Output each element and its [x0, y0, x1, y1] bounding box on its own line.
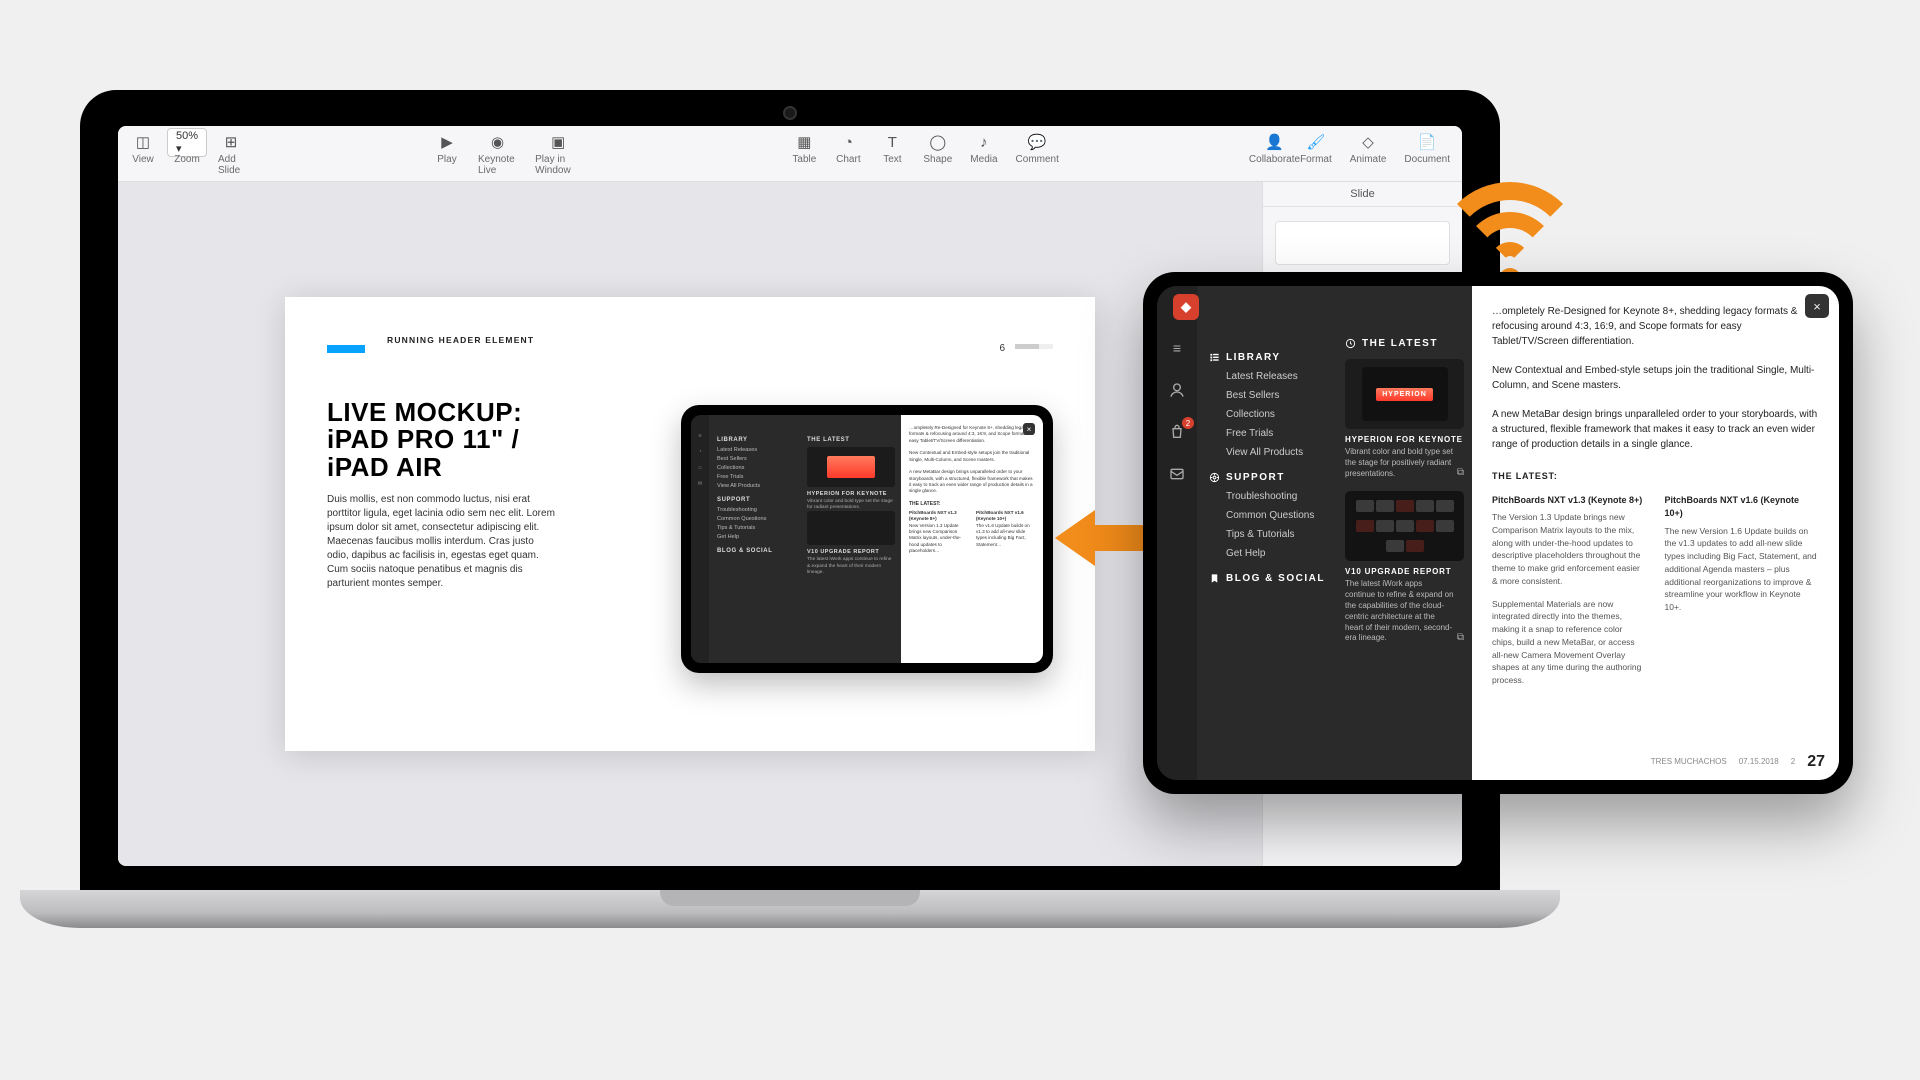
nav-latest-releases[interactable]: Latest Releases [1226, 371, 1325, 382]
close-button[interactable]: × [1805, 294, 1829, 318]
nav-troubleshooting[interactable]: Troubleshooting [1226, 491, 1325, 502]
inspector-tab-slide[interactable]: Slide [1263, 182, 1462, 207]
latest-heading: THE LATEST [1345, 338, 1464, 349]
view-button[interactable]: ◫View [130, 132, 156, 176]
insert-comment-button[interactable]: 💬Comment [1016, 132, 1059, 165]
feature-card-v10[interactable] [1345, 491, 1464, 561]
doc-col1-heading: PitchBoards NXT v1.3 (Keynote 8+) [1492, 494, 1647, 508]
add-slide-button[interactable]: ⊞Add Slide [218, 132, 244, 176]
animate-button[interactable]: ◇Animate [1350, 132, 1387, 165]
external-link-icon: ⧉ [1457, 466, 1464, 480]
bag-icon: ⌂ [698, 465, 701, 471]
card2-title: V10 UPGRADE REPORT [1345, 567, 1464, 576]
cart-icon[interactable]: 2 [1167, 422, 1187, 442]
feature-card-hyperion[interactable]: HYPERION [1345, 359, 1464, 429]
ipad-mockup: ◆ × ≡ 2 LIBRARY Latest Releases Best Sel… [1143, 272, 1853, 794]
user-icon[interactable] [1167, 380, 1187, 400]
menu-icon[interactable]: ≡ [1167, 338, 1187, 358]
play-in-window-button[interactable]: ▣Play in Window [535, 132, 581, 176]
slide-body: Duis mollis, est non commodo luctus, nis… [327, 493, 557, 591]
nav-collections[interactable]: Collections [1226, 409, 1325, 420]
keynote-toolbar: ◫View 50% ▾Zoom ⊞Add Slide ▶Play ◉Keynot… [118, 126, 1462, 182]
embedded-ipad-mockup: ≡ ◔ ⌂ ✉ LIBRARY Latest Releases Best Sel… [681, 405, 1053, 673]
running-header: RUNNING HEADER ELEMENT [387, 335, 1053, 345]
card1-subtitle: Vibrant color and bold type set the stag… [1345, 447, 1464, 479]
user-icon: ◔ [698, 449, 701, 455]
latest-column: THE LATEST HYPERION HYPERION FOR KEYNOTE… [1337, 286, 1472, 780]
progress-bar [1015, 344, 1053, 349]
zoom-select[interactable]: 50% ▾Zoom [174, 132, 200, 176]
accent-bar [327, 345, 365, 353]
card1-title: HYPERION FOR KEYNOTE [1345, 435, 1464, 444]
nav-heading-library: LIBRARY [1209, 352, 1325, 363]
nav-free-trials[interactable]: Free Trials [1226, 428, 1325, 439]
doc-footer: TRES MUCHACHOS 07.15.2018 2 27 [1651, 750, 1825, 774]
slide: RUNNING HEADER ELEMENT 6 LIVE MOCKUP: iP… [285, 297, 1095, 751]
doc-subheading: THE LATEST: [1492, 470, 1819, 484]
play-button[interactable]: ▶Play [434, 132, 460, 176]
format-button[interactable]: 🖌Format [1300, 132, 1332, 165]
doc-paragraph: …ompletely Re-Designed for Keynote 8+, s… [1492, 304, 1819, 349]
camera-dot [783, 106, 797, 120]
nav-common-questions[interactable]: Common Questions [1226, 510, 1325, 521]
document-button[interactable]: 📄Document [1404, 132, 1450, 165]
insert-shape-button[interactable]: ◯Shape [923, 132, 952, 165]
inspector-block [1275, 221, 1450, 265]
app-logo-icon: ◆ [1173, 294, 1199, 320]
collaborate-button[interactable]: 👤Collaborate [1249, 132, 1300, 165]
close-icon: × [1023, 423, 1035, 435]
page-number: 6 [999, 343, 1005, 354]
nav-best-sellers[interactable]: Best Sellers [1226, 390, 1325, 401]
document-column[interactable]: …ompletely Re-Designed for Keynote 8+, s… [1472, 286, 1839, 780]
slide-title: LIVE MOCKUP: iPAD PRO 11" / iPAD AIR [327, 399, 577, 481]
nav-heading-support: SUPPORT [1209, 472, 1325, 483]
insert-media-button[interactable]: ♪Media [970, 132, 997, 165]
card2-subtitle: The latest iWork apps continue to refine… [1345, 579, 1464, 644]
inbox-icon[interactable] [1167, 464, 1187, 484]
insert-text-button[interactable]: TText [879, 132, 905, 165]
nav-tips[interactable]: Tips & Tutorials [1226, 529, 1325, 540]
arrow-left-icon [1055, 510, 1155, 566]
nav-get-help[interactable]: Get Help [1226, 548, 1325, 559]
menu-icon: ≡ [698, 433, 701, 439]
keynote-live-button[interactable]: ◉Keynote Live [478, 132, 517, 176]
cart-badge: 2 [1182, 417, 1194, 429]
doc-col2-heading: PitchBoards NXT v1.6 (Keynote 10+) [1665, 494, 1820, 521]
mail-icon: ✉ [698, 481, 703, 487]
insert-table-button[interactable]: ▦Table [791, 132, 817, 165]
nav-heading-blog: BLOG & SOCIAL [1209, 573, 1325, 584]
nav-column: LIBRARY Latest Releases Best Sellers Col… [1197, 286, 1337, 780]
insert-chart-button[interactable]: ◔Chart [835, 132, 861, 165]
doc-paragraph: New Contextual and Embed-style setups jo… [1492, 363, 1819, 393]
icon-rail: ≡ 2 [1157, 286, 1197, 780]
nav-view-all[interactable]: View All Products [1226, 447, 1325, 458]
doc-paragraph: A new MetaBar design brings unparalleled… [1492, 407, 1819, 452]
external-link-icon: ⧉ [1457, 631, 1464, 645]
